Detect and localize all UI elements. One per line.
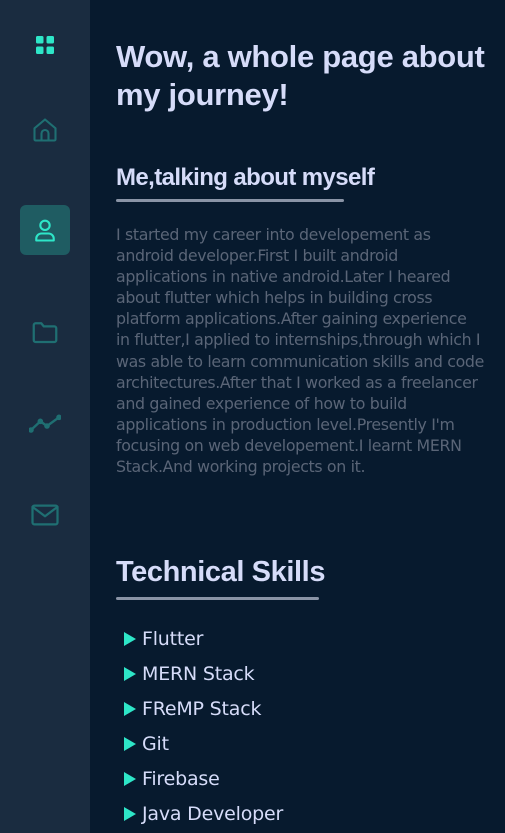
triangle-bullet-icon xyxy=(124,666,136,681)
sidebar-item-apps[interactable] xyxy=(20,20,70,70)
skill-label: FReMP Stack xyxy=(142,697,262,720)
skill-item: MERN Stack xyxy=(124,656,283,691)
grid-icon xyxy=(36,36,54,54)
sidebar-item-about[interactable] xyxy=(20,205,70,255)
sidebar xyxy=(0,0,90,833)
main-content: Wow, a whole page about my journey! Me,t… xyxy=(90,0,505,833)
home-icon xyxy=(33,118,57,142)
trending-icon xyxy=(29,414,61,433)
triangle-bullet-icon xyxy=(124,736,136,751)
skill-item: Java Developer xyxy=(124,796,283,831)
about-heading: Me,talking about myself xyxy=(116,164,375,191)
sidebar-item-home[interactable] xyxy=(20,105,70,155)
mail-icon xyxy=(31,504,59,526)
page-title: Wow, a whole page about my journey! xyxy=(116,39,485,112)
folder-icon xyxy=(32,322,58,344)
skill-label: MERN Stack xyxy=(142,662,255,685)
skill-label: Firebase xyxy=(142,767,220,790)
user-icon xyxy=(35,219,55,242)
skill-label: Flutter xyxy=(142,627,204,650)
sidebar-item-projects[interactable] xyxy=(20,307,70,357)
about-paragraph: I started my career into developement as… xyxy=(116,225,484,477)
skill-item: Firebase xyxy=(124,761,283,796)
skill-label: Git xyxy=(142,732,169,755)
skill-item: Git xyxy=(124,726,283,761)
triangle-bullet-icon xyxy=(124,631,136,646)
skills-heading-underline xyxy=(116,597,319,600)
sidebar-item-contact[interactable] xyxy=(20,490,70,540)
triangle-bullet-icon xyxy=(124,701,136,716)
skill-item: FReMP Stack xyxy=(124,691,283,726)
skills-list: Flutter MERN Stack FReMP Stack Git Fireb… xyxy=(124,621,283,831)
sidebar-item-experience[interactable] xyxy=(20,399,70,449)
triangle-bullet-icon xyxy=(124,806,136,821)
skill-label: Java Developer xyxy=(142,802,284,825)
about-heading-underline xyxy=(116,199,344,202)
skill-item: Flutter xyxy=(124,621,283,656)
skills-heading: Technical Skills xyxy=(116,556,326,588)
triangle-bullet-icon xyxy=(124,771,136,786)
